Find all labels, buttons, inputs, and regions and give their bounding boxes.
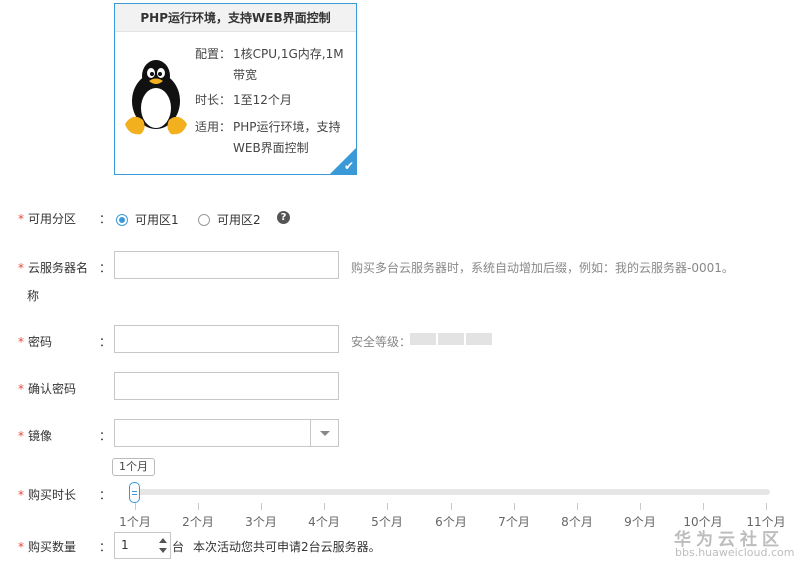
zone-option-2[interactable]: 可用区2	[198, 211, 261, 228]
slider-tick-label[interactable]: 2个月	[182, 513, 214, 530]
slider-tick	[766, 503, 767, 510]
spec-duration-key: 时长：	[195, 93, 232, 107]
slider-tick	[514, 503, 515, 510]
required-mark: *	[18, 429, 24, 443]
confirm-password-input[interactable]	[114, 372, 339, 400]
colon: ：	[99, 540, 112, 554]
slider-tick-label[interactable]: 7个月	[498, 513, 530, 530]
password-label-text: 密码	[28, 335, 53, 349]
radio-unchecked-icon	[198, 213, 210, 226]
zone-option-1-label: 可用区1	[135, 213, 179, 227]
colon: ：	[99, 212, 112, 226]
zone-label-text: 可用分区	[28, 212, 77, 226]
colon: ：	[99, 488, 112, 502]
zone-option-1[interactable]: 可用区1	[116, 211, 179, 228]
required-mark: *	[18, 488, 24, 502]
colon: ：	[99, 261, 112, 275]
password-label: * 密码	[18, 333, 52, 350]
server-name-hint: 购买多台云服务器时，系统自动增加后缀，例如：我的云服务器-0001。	[351, 261, 734, 275]
slider-tick	[640, 503, 641, 510]
duration-slider-handle[interactable]	[129, 482, 140, 503]
slider-tick	[261, 503, 262, 510]
stepper-up-icon[interactable]	[159, 538, 167, 543]
slider-tick-label[interactable]: 3个月	[245, 513, 277, 530]
colon: ：	[99, 335, 112, 349]
image-select[interactable]	[114, 419, 339, 447]
duration-label: * 购买时长	[18, 486, 76, 503]
quantity-stepper[interactable]: 1	[114, 532, 171, 559]
zone-label: * 可用分区	[18, 210, 76, 227]
slider-tick	[703, 503, 704, 510]
watermark-url: bbs.huaweicloud.com	[675, 546, 795, 559]
server-name-label: * 云服务器名	[18, 259, 88, 276]
confirm-password-label: * 确认密码	[18, 380, 76, 397]
check-icon: ✔	[343, 159, 354, 173]
password-input[interactable]	[114, 325, 339, 353]
slider-tick	[324, 503, 325, 510]
radio-checked-icon	[116, 213, 128, 226]
server-name-input[interactable]	[114, 251, 339, 279]
quantity-note: 本次活动您共可申请2台云服务器。	[193, 540, 381, 554]
required-mark: *	[18, 335, 24, 349]
zone-option-2-label: 可用区2	[217, 213, 261, 227]
spec-config: 配置： 1核CPU,1G内存,1M带宽	[195, 44, 347, 86]
quantity-value: 1	[121, 538, 129, 552]
product-card[interactable]: PHP运行环境，支持WEB界面控制 配置： 1核CPU,1G内存,1M带宽 时长…	[114, 3, 357, 175]
server-name-label-text: 云服务器名	[28, 261, 89, 275]
spec-config-key: 配置：	[195, 47, 232, 61]
product-title: PHP运行环境，支持WEB界面控制	[115, 4, 356, 32]
slider-tick	[135, 503, 136, 510]
duration-slider-track[interactable]	[131, 489, 770, 495]
slider-tick-label[interactable]: 5个月	[371, 513, 403, 530]
quantity-unit: 台	[172, 540, 185, 554]
image-label: * 镜像	[18, 427, 52, 444]
question-circle-icon[interactable]: ?	[277, 211, 290, 224]
slider-tick	[387, 503, 388, 510]
spec-usage-key: 适用：	[195, 120, 232, 134]
required-mark: *	[18, 212, 24, 226]
duration-tooltip: 1个月	[112, 458, 155, 476]
slider-tick	[451, 503, 452, 510]
spec-duration: 时长： 1至12个月	[195, 90, 347, 111]
slider-tick	[198, 503, 199, 510]
colon: ：	[99, 429, 112, 443]
quantity-label-text: 购买数量	[28, 540, 77, 554]
chevron-down-icon[interactable]	[310, 420, 338, 446]
required-mark: *	[18, 261, 24, 275]
password-strength-label: 安全等级：	[351, 335, 412, 349]
slider-tick-label[interactable]: 4个月	[308, 513, 340, 530]
quantity-label: * 购买数量	[18, 538, 76, 555]
slider-tick-label[interactable]: 8个月	[561, 513, 593, 530]
image-label-text: 镜像	[28, 429, 53, 443]
slider-tick-label[interactable]: 6个月	[435, 513, 467, 530]
required-mark: *	[18, 540, 24, 554]
spec-usage: 适用： PHP运行环境，支持WEB界面控制	[195, 117, 347, 159]
server-name-label-wrap: 称	[27, 289, 40, 303]
slider-tick-label[interactable]: 1个月	[119, 513, 151, 530]
password-strength-meter	[410, 333, 494, 345]
duration-label-text: 购买时长	[28, 488, 77, 502]
confirm-password-label-text: 确认密码	[28, 382, 77, 396]
slider-tick	[577, 503, 578, 510]
stepper-down-icon[interactable]	[159, 548, 167, 553]
slider-tick-label[interactable]: 9个月	[624, 513, 656, 530]
linux-penguin-icon	[125, 60, 187, 135]
required-mark: *	[18, 382, 24, 396]
